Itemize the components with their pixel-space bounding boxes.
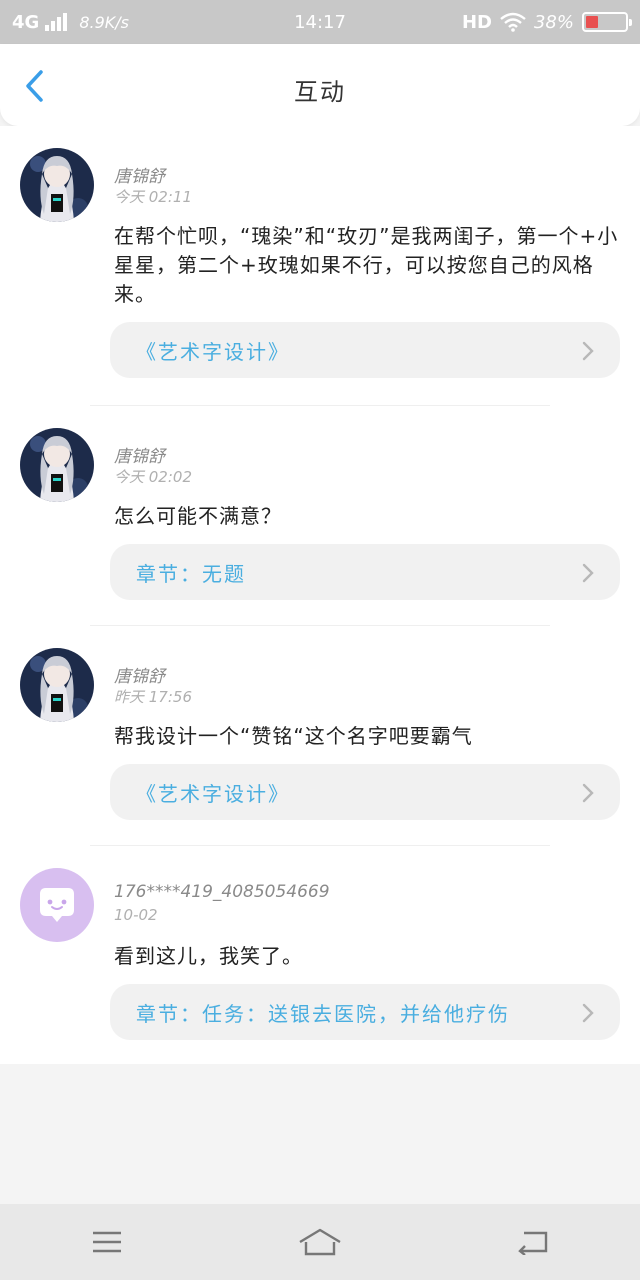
- wifi-icon: [500, 12, 526, 32]
- menu-button[interactable]: [77, 1217, 137, 1267]
- signal-icon: [45, 13, 68, 31]
- anime-avatar-image: [20, 148, 94, 222]
- comment-text: 看到这儿，我笑了。: [114, 944, 303, 968]
- status-right: HD 38%: [461, 11, 632, 33]
- network-type: 4G: [12, 11, 40, 33]
- home-button[interactable]: [290, 1217, 350, 1267]
- comment-text: 帮我设计一个“赞铭“这个名字吧要霸气: [114, 724, 473, 748]
- home-icon: [299, 1228, 341, 1256]
- back-nav-button[interactable]: [503, 1217, 563, 1267]
- anime-avatar-image: [20, 648, 94, 722]
- user-name: 唐锦舒: [114, 447, 165, 467]
- comment-item: 唐锦舒 今天 02:02 怎么可能不满意？ 章节：无题: [0, 406, 640, 626]
- chevron-right-icon: [582, 563, 594, 583]
- user-avatar[interactable]: [20, 868, 94, 942]
- network-speed: 8.9K/s: [79, 12, 129, 32]
- chat-bubble-avatar-icon: [20, 868, 94, 942]
- chevron-right-icon: [582, 341, 594, 361]
- chevron-right-icon: [582, 783, 594, 803]
- source-link[interactable]: 《艺术字设计》: [110, 764, 620, 820]
- source-link-label: 《艺术字设计》: [136, 781, 290, 806]
- comment-time: 今天 02:11: [114, 188, 192, 206]
- comment-list: 唐锦舒 今天 02:11 在帮个忙呗，“瑰染”和“玫刃”是我两闺子，第一个+小星…: [0, 126, 640, 1064]
- comment-item: 唐锦舒 昨天 17:56 帮我设计一个“赞铭“这个名字吧要霸气 《艺术字设计》: [0, 626, 640, 846]
- user-name: 唐锦舒: [114, 167, 165, 187]
- chevron-right-icon: [582, 1003, 594, 1023]
- source-link-label: 章节：任务：送银去医院，并给他疗伤: [136, 1001, 510, 1026]
- back-icon: [518, 1231, 548, 1255]
- comment-time: 昨天 17:56: [114, 688, 192, 706]
- user-avatar[interactable]: [20, 148, 94, 222]
- comment-time: 今天 02:02: [114, 468, 192, 486]
- system-nav-bar: [0, 1204, 640, 1280]
- anime-avatar-image: [20, 428, 94, 502]
- user-name: 176****419_4085054669: [114, 882, 330, 902]
- header: 互动: [0, 44, 640, 126]
- source-link-label: 章节：无题: [136, 561, 246, 586]
- source-link-label: 《艺术字设计》: [136, 339, 290, 364]
- status-left: 4G 8.9K/s: [12, 12, 129, 33]
- hd-indicator: HD: [461, 11, 492, 33]
- comment-text: 在帮个忙呗，“瑰染”和“玫刃”是我两闺子，第一个+小星星，第二个+玫瑰如果不行，…: [114, 224, 619, 306]
- battery-icon: [582, 12, 632, 32]
- status-bar: 4G 8.9K/s 14:17 HD 38%: [0, 0, 640, 44]
- source-link[interactable]: 章节：无题: [110, 544, 620, 600]
- battery-percent: 38%: [533, 11, 574, 33]
- user-name: 唐锦舒: [114, 667, 165, 687]
- source-link[interactable]: 《艺术字设计》: [110, 322, 620, 378]
- source-link[interactable]: 章节：任务：送银去医院，并给他疗伤: [110, 984, 620, 1040]
- comment-time: 10-02: [114, 906, 158, 924]
- menu-icon: [92, 1231, 121, 1253]
- user-avatar[interactable]: [20, 428, 94, 502]
- comment-text: 怎么可能不满意？: [114, 504, 282, 528]
- page-title: 互动: [294, 78, 346, 106]
- comment-item: 唐锦舒 今天 02:11 在帮个忙呗，“瑰染”和“玫刃”是我两闺子，第一个+小星…: [0, 126, 640, 406]
- user-avatar[interactable]: [20, 648, 94, 722]
- comment-item: 176****419_4085054669 10-02 看到这儿，我笑了。 章节…: [0, 846, 640, 1064]
